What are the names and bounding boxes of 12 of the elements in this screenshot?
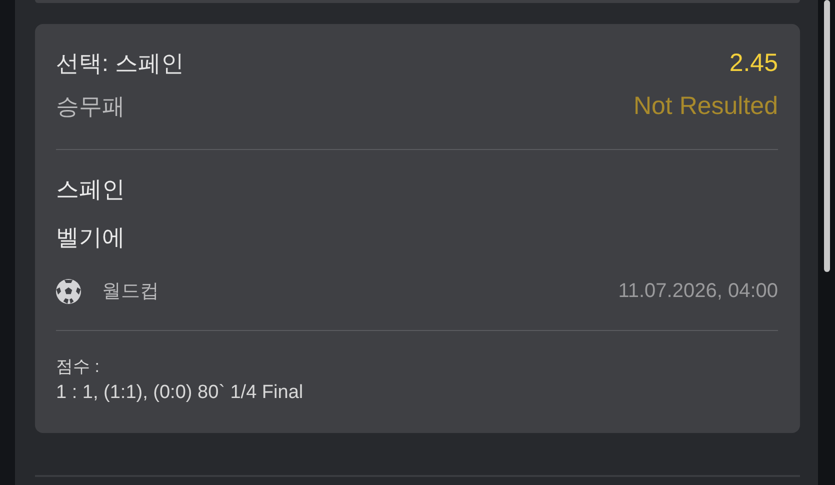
match-datetime: 11.07.2026, 04:00: [618, 280, 778, 302]
team-name: 스페인: [56, 175, 126, 204]
selection-label: 선택: 스페인: [56, 49, 184, 78]
competition-name: 월드컵: [102, 280, 159, 304]
result-status: Not Resulted: [633, 92, 778, 121]
score-label: 점수 :: [56, 356, 100, 378]
odds-value: 2.45: [729, 49, 778, 78]
soccer-ball-icon: [56, 278, 81, 304]
team-name: 벨기에: [56, 223, 126, 252]
score-value: 1 : 1, (1:1), (0:0) 80` 1/4 Final: [56, 381, 304, 405]
market-name: 승무패: [56, 92, 125, 121]
scrollbar-thumb[interactable]: [824, 0, 830, 272]
